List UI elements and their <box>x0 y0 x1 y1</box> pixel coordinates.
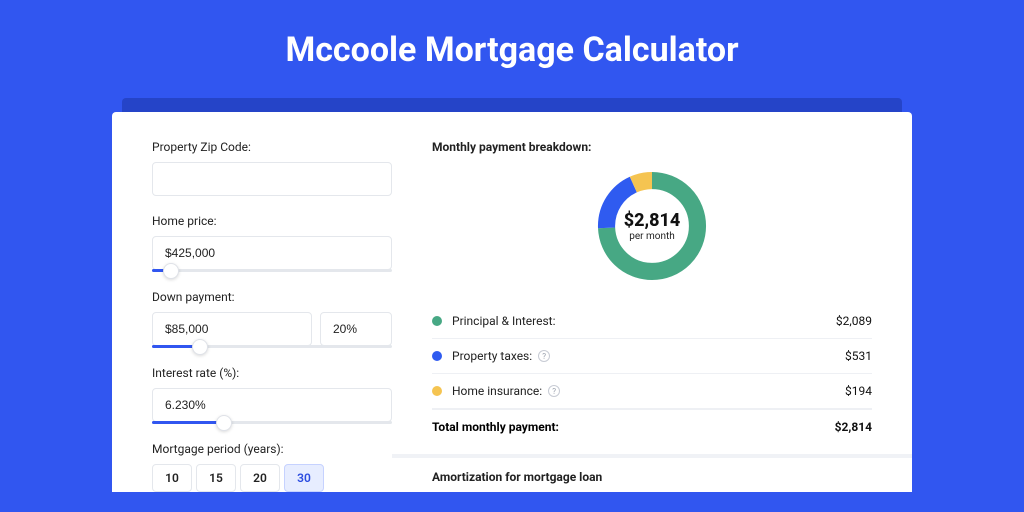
amortization-title: Amortization for mortgage loan <box>432 470 872 484</box>
interest-input[interactable] <box>152 388 392 422</box>
legend-value: $194 <box>845 384 872 398</box>
donut-sub: per month <box>629 231 675 242</box>
total-label: Total monthly payment: <box>432 420 559 434</box>
zip-input[interactable] <box>152 162 392 196</box>
card-shadow <box>122 98 902 112</box>
donut-chart: $2,814 per month <box>592 166 712 286</box>
period-label: Mortgage period (years): <box>152 442 392 456</box>
legend-row-principal: Principal & Interest: $2,089 <box>432 304 872 339</box>
page-title: Mccoole Mortgage Calculator <box>285 30 738 70</box>
interest-group: Interest rate (%): <box>152 366 392 424</box>
info-icon[interactable]: ? <box>538 350 550 362</box>
info-icon[interactable]: ? <box>548 385 560 397</box>
legend-value: $531 <box>845 349 872 363</box>
slider-thumb[interactable] <box>216 415 232 431</box>
legend-value: $2,089 <box>836 314 872 328</box>
down-payment-slider[interactable] <box>152 345 392 348</box>
legend-dot-icon <box>432 386 442 396</box>
period-btn-30[interactable]: 30 <box>284 464 324 492</box>
zip-label: Property Zip Code: <box>152 140 392 154</box>
inputs-column: Property Zip Code: Home price: Down paym… <box>152 140 392 492</box>
interest-slider[interactable] <box>152 421 392 424</box>
down-payment-group: Down payment: <box>152 290 392 348</box>
period-btn-15[interactable]: 15 <box>196 464 236 492</box>
legend-row-insurance: Home insurance: ? $194 <box>432 374 872 409</box>
home-price-slider[interactable] <box>152 269 392 272</box>
slider-thumb[interactable] <box>163 263 179 279</box>
legend-row-taxes: Property taxes: ? $531 <box>432 339 872 374</box>
legend-label: Principal & Interest: <box>452 314 556 328</box>
down-payment-pct-input[interactable] <box>320 312 392 346</box>
breakdown-column: Monthly payment breakdown: $2,814 per mo… <box>432 140 872 492</box>
legend-dot-icon <box>432 351 442 361</box>
home-price-input[interactable] <box>152 236 392 270</box>
calculator-card: Property Zip Code: Home price: Down paym… <box>112 112 912 492</box>
total-row: Total monthly payment: $2,814 <box>432 409 872 440</box>
period-options: 10 15 20 30 <box>152 464 392 492</box>
slider-thumb[interactable] <box>192 339 208 355</box>
donut-amount: $2,814 <box>624 210 681 231</box>
legend-dot-icon <box>432 316 442 326</box>
down-payment-amount-input[interactable] <box>152 312 312 346</box>
interest-label: Interest rate (%): <box>152 366 392 380</box>
home-price-label: Home price: <box>152 214 392 228</box>
zip-group: Property Zip Code: <box>152 140 392 196</box>
legend-label: Home insurance: <box>452 384 542 398</box>
period-group: Mortgage period (years): 10 15 20 30 <box>152 442 392 492</box>
breakdown-title: Monthly payment breakdown: <box>432 140 872 154</box>
donut-chart-wrap: $2,814 per month <box>432 166 872 286</box>
legend-label: Property taxes: <box>452 349 532 363</box>
period-btn-10[interactable]: 10 <box>152 464 192 492</box>
donut-center: $2,814 per month <box>592 166 712 286</box>
total-value: $2,814 <box>835 420 872 434</box>
home-price-group: Home price: <box>152 214 392 272</box>
period-btn-20[interactable]: 20 <box>240 464 280 492</box>
down-payment-label: Down payment: <box>152 290 392 304</box>
section-divider <box>392 454 912 458</box>
